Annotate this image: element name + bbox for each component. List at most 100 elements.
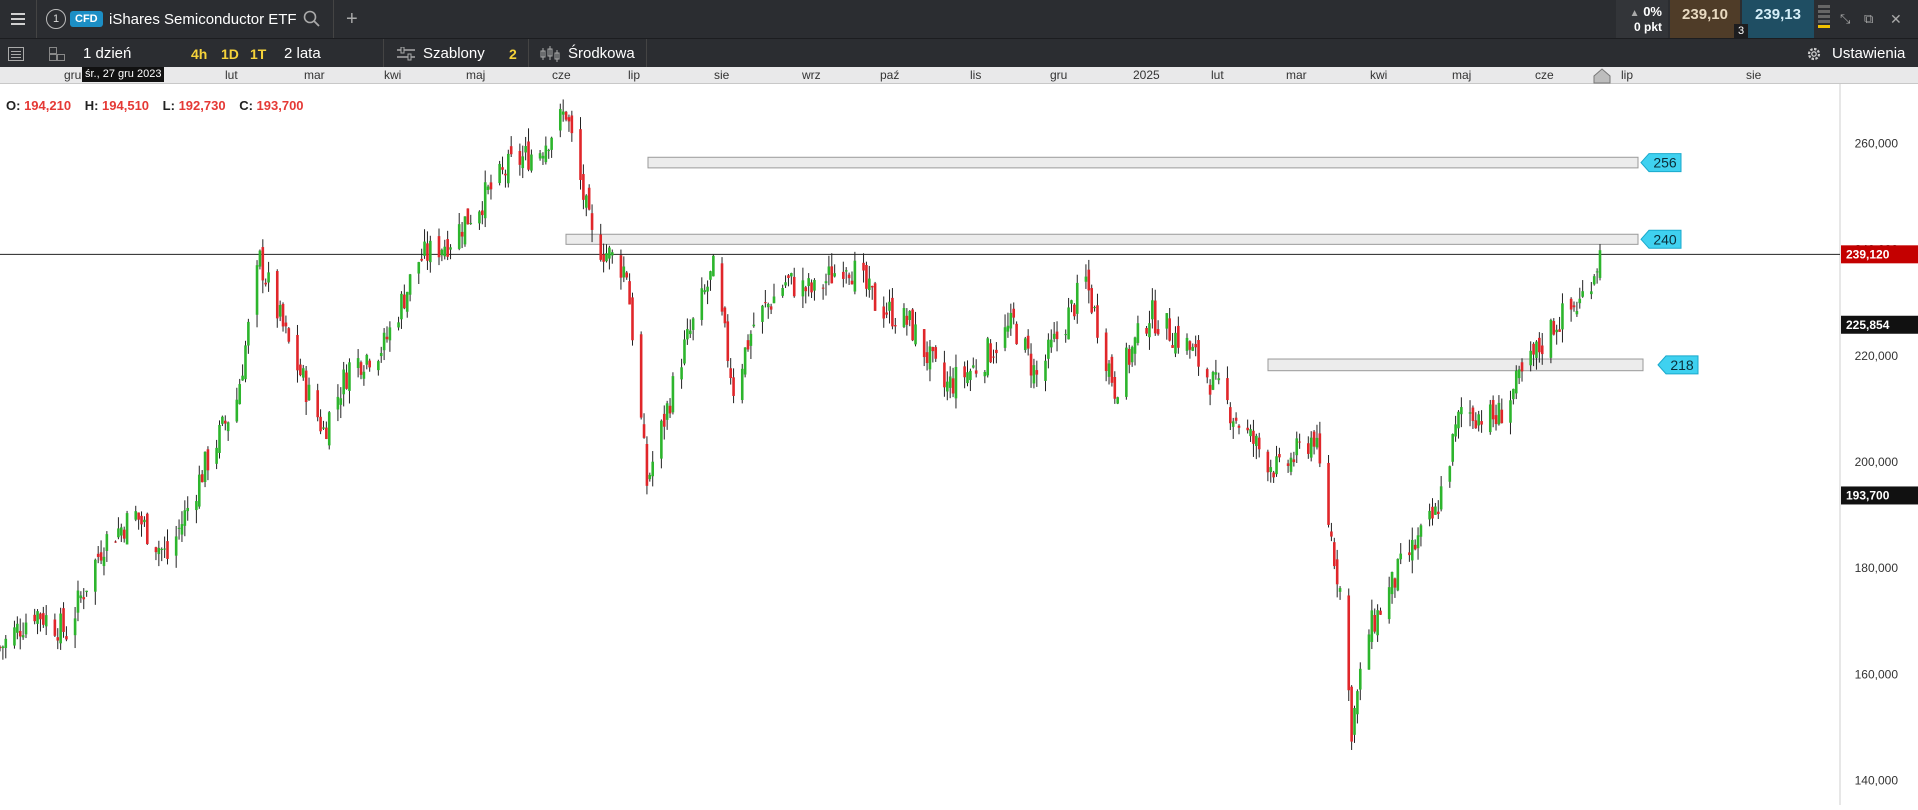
candle-body [1229,407,1232,424]
candle-body [625,272,629,278]
candle-body [911,309,914,341]
candle-body [530,154,533,171]
candle-body [426,243,429,261]
candle-body [1590,291,1593,295]
candle-body [39,613,42,620]
range-select[interactable]: 2 lata [284,39,321,68]
date-axis-label: mar [304,68,325,82]
candle-body [1535,341,1538,358]
interval-select[interactable]: 1 dzień [83,39,131,68]
candle-body [377,361,380,371]
instrument-name[interactable]: iShares Semiconductor ETF [109,0,297,38]
candle-body [642,424,646,438]
candle-body [1309,437,1313,458]
candle-body [33,614,36,622]
candle-body [287,328,291,342]
chart-canvas[interactable]: 260,000240,000220,000200,000180,000160,0… [0,84,1918,805]
candle-body [1520,362,1524,372]
candle-body [1,646,5,649]
date-axis-label: gru [64,68,82,82]
candle-body [1514,370,1518,394]
candle-body [914,324,917,345]
candle-body [304,370,308,402]
candle-body [700,288,704,320]
candle-body [486,186,490,190]
candle-body [1035,370,1039,375]
candle-body [1332,542,1336,567]
add-tab-icon[interactable]: + [346,0,358,38]
collapse-icon[interactable]: ⤡ [1840,0,1850,38]
search-icon[interactable] [303,0,321,38]
candle-body [1205,369,1209,378]
gear-icon[interactable] [1806,39,1822,68]
candle-body [400,293,403,320]
candle-body [16,623,19,633]
candle-body [787,275,790,278]
candle-body [570,115,574,134]
candle-body [1044,360,1047,381]
candle-body [740,368,744,400]
settings-button[interactable]: Ustawienia [1832,39,1905,68]
popout-icon[interactable]: ⧉ [1864,0,1873,38]
candle-body [180,524,184,535]
candle-body [639,334,643,418]
candle-body [1015,323,1018,345]
sell-button[interactable]: 239,10 [1670,0,1740,38]
candle-body [498,163,501,184]
candle-body [1064,334,1068,336]
candle-body [804,287,808,292]
buy-button[interactable]: 239,13 [1742,0,1814,38]
candle-body [1246,427,1249,431]
candle-body [1315,437,1319,448]
candle-body [36,611,39,624]
candle-body [538,153,542,159]
candle-body [65,636,68,640]
candle-body [143,519,146,523]
interval-4h[interactable]: 4h [191,39,207,68]
candle-body [1148,323,1151,338]
candle-body [183,510,187,526]
indicator-icon[interactable] [540,39,560,68]
candle-body [1278,454,1281,458]
candle-body [299,364,302,376]
candle-body [4,638,8,648]
menu-icon[interactable] [8,0,28,38]
candle-body [1358,668,1362,690]
price-chart[interactable]: O: 194,210 H: 194,510 L: 192,730 C: 193,… [0,84,1918,805]
templates-button[interactable]: Szablony [423,39,485,68]
candle-body [501,167,504,170]
candle-body [342,369,345,395]
candle-body [105,534,109,551]
candle-body [215,447,218,464]
candle-body [1191,346,1195,351]
candle-body [651,461,655,477]
candle-body [44,615,48,627]
candle-body [954,366,958,399]
candle-body [1330,531,1333,537]
close-icon[interactable]: ✕ [1890,0,1902,38]
candle-body [247,321,250,346]
candle-body [948,376,952,388]
candle-body [1217,378,1221,381]
list-icon[interactable] [8,39,24,68]
date-axis-label: sie [714,68,730,82]
interval-1t[interactable]: 1T [250,39,266,68]
candle-body [140,515,143,525]
interval-1d[interactable]: 1D [221,39,239,68]
candle-body [931,347,935,352]
candle-body [989,343,992,363]
date-axis-label: 2025 [1133,68,1160,82]
candle-body [1399,553,1403,560]
candle-body [1136,323,1140,343]
candle-body [1448,466,1452,482]
layout-icon[interactable] [49,39,65,68]
candle-body [1145,327,1148,334]
candle-body [1307,443,1310,454]
candle-body [145,513,149,545]
candle-body [1127,348,1131,365]
indicator-button[interactable]: Środkowa [568,39,635,68]
candle-body [712,255,715,277]
candle-body [752,324,756,327]
candle-body [873,283,877,311]
templates-icon[interactable] [397,39,415,68]
